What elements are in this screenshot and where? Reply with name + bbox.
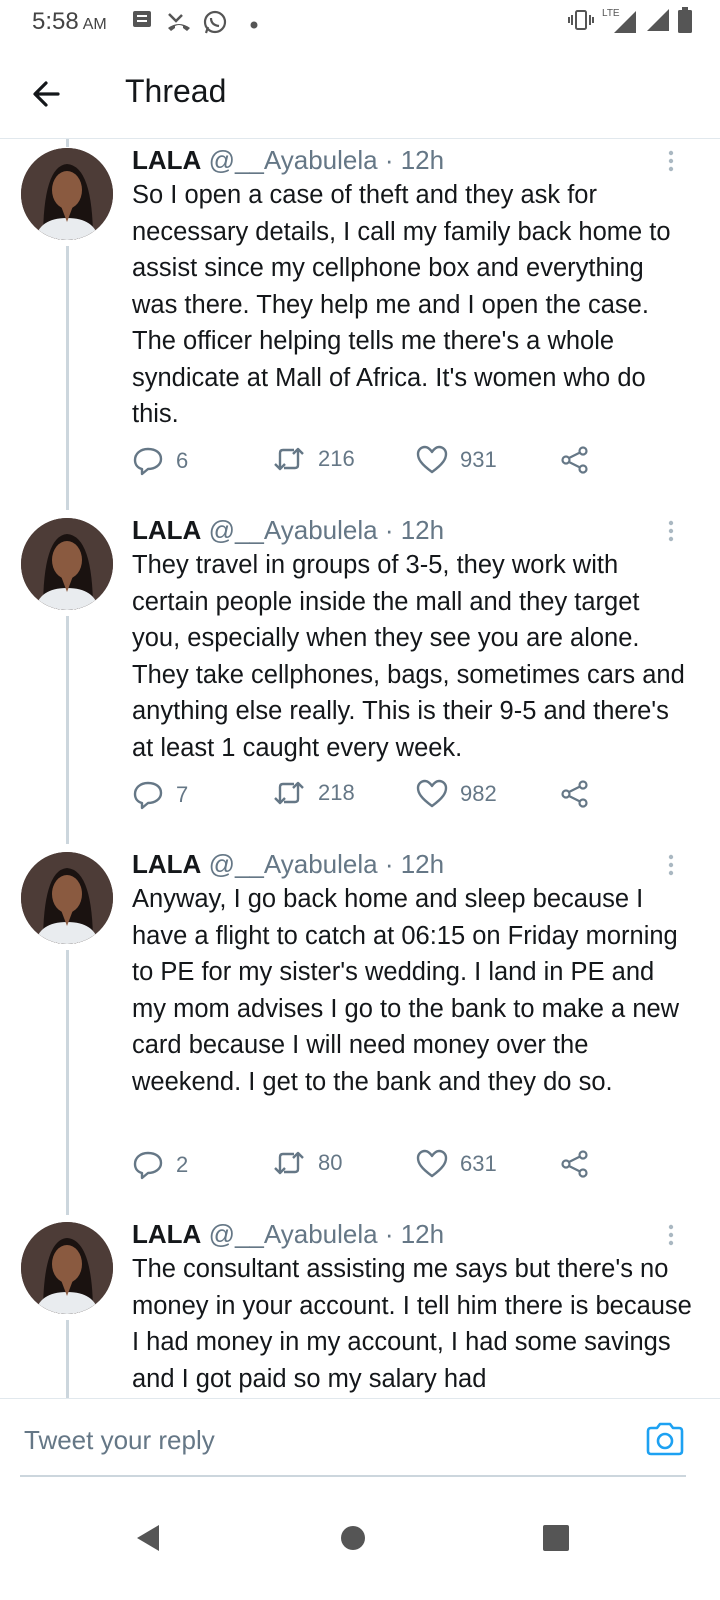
tweet-actions: 6 216 931 [132,445,602,481]
like-count: 931 [460,447,497,472]
vertical-dots-icon [668,854,674,876]
share-icon [561,1150,588,1178]
reply-input-underline [20,1475,686,1477]
avatar[interactable] [21,148,113,240]
heart-icon [416,1149,448,1178]
reply-count: 7 [176,782,189,807]
status-right-icons: LTE [568,6,692,38]
speech-bubble-icon [133,447,163,476]
page-title: Thread [125,73,227,109]
nav-recents-button[interactable] [528,1510,584,1566]
vertical-dots-icon [668,520,674,542]
author-name[interactable]: LALA [132,1219,201,1249]
like-count: 631 [460,1151,497,1176]
status-time-value: 5:58 [32,8,79,35]
arrow-left-icon [33,81,60,107]
share-button[interactable] [560,445,590,475]
lte-label: LTE [602,8,620,19]
retweet-button[interactable]: 218 [272,779,355,807]
retweet-button[interactable]: 216 [272,445,355,473]
author-handle-time: @__Ayabulela · 12h [208,1219,445,1249]
vertical-dots-icon [668,1224,674,1246]
heart-icon [416,445,448,474]
author-name[interactable]: LALA [132,145,201,175]
system-nav-bar [0,1480,720,1600]
lte-signal-icon: LTE [602,8,638,34]
nav-home-button[interactable] [325,1510,381,1566]
heart-icon [416,779,448,808]
reply-bar [0,1398,720,1479]
vibrate-icon [568,8,594,37]
tweet[interactable]: LALA @__Ayabulela · 12h So I open a case… [0,139,720,509]
more-options-button[interactable] [664,517,678,549]
tweet[interactable]: LALA @__Ayabulela · 12h The consultant a… [0,1213,720,1398]
author-handle-time: @__Ayabulela · 12h [208,145,445,175]
like-button[interactable]: 631 [416,1149,497,1179]
tweet-text: Anyway, I go back home and sleep because… [132,885,680,1096]
back-button[interactable] [28,74,68,114]
speech-bubble-icon [133,781,163,810]
tweet-reply-input[interactable] [22,1417,626,1463]
reply-button[interactable]: 6 [132,445,188,477]
missed-call-icon [166,10,192,39]
like-count: 982 [460,781,497,806]
more-options-button[interactable] [664,147,678,179]
reply-count: 6 [176,448,189,473]
signal-icon [646,8,670,37]
reply-button[interactable]: 7 [132,779,188,811]
more-notifications-dot-icon [250,16,258,34]
share-button[interactable] [560,1149,590,1179]
share-button[interactable] [560,779,590,809]
app-header: Thread [0,46,720,139]
message-notification-icon [132,10,152,37]
camera-button[interactable] [645,1421,685,1457]
share-icon [561,446,588,474]
tweet-text: They travel in groups of 3-5, they work … [132,551,685,762]
author-handle-time: @__Ayabulela · 12h [208,515,445,545]
tweet-thread[interactable]: LALA @__Ayabulela · 12h So I open a case… [0,139,720,1398]
tweet-header: LALA @__Ayabulela · 12h [132,145,444,176]
circle-home-icon [341,1526,365,1550]
avatar[interactable] [21,852,113,944]
author-name[interactable]: LALA [132,849,201,879]
whatsapp-icon [202,10,228,41]
tweet-text: The consultant assisting me says but the… [132,1255,692,1393]
retweet-count: 216 [318,446,355,471]
tweet-actions: 7 218 982 [132,779,602,815]
retweet-icon [274,447,304,471]
tweet[interactable]: LALA @__Ayabulela · 12h They travel in g… [0,509,720,843]
vertical-dots-icon [668,150,674,172]
speech-bubble-icon [133,1151,163,1180]
retweet-icon [274,781,304,805]
triangle-back-icon [137,1525,159,1551]
avatar[interactable] [21,1222,113,1314]
status-bar: 5:58 AM LTE [0,0,720,46]
retweet-count: 218 [318,780,355,805]
status-time: 5:58 AM [32,8,107,36]
square-recents-icon [543,1525,569,1551]
tweet-text: So I open a case of theft and they ask f… [132,181,671,428]
reply-count: 2 [176,1152,189,1177]
camera-icon [646,1422,684,1456]
like-button[interactable]: 982 [416,779,497,809]
retweet-count: 80 [318,1150,343,1175]
retweet-button[interactable]: 80 [272,1149,342,1177]
nav-back-button[interactable] [120,1510,176,1566]
author-name[interactable]: LALA [132,515,201,545]
tweet-header: LALA @__Ayabulela · 12h [132,515,444,546]
tweet-header: LALA @__Ayabulela · 12h [132,1219,444,1250]
more-options-button[interactable] [664,1221,678,1253]
share-icon [561,780,588,808]
battery-icon [678,6,692,38]
retweet-icon [274,1151,304,1175]
more-options-button[interactable] [664,851,678,883]
status-time-ampm: AM [82,16,107,33]
tweet[interactable]: LALA @__Ayabulela · 12h Anyway, I go bac… [0,843,720,1213]
avatar[interactable] [21,518,113,610]
like-button[interactable]: 931 [416,445,497,475]
reply-button[interactable]: 2 [132,1149,188,1181]
tweet-header: LALA @__Ayabulela · 12h [132,849,444,880]
tweet-actions: 2 80 631 [132,1149,602,1185]
author-handle-time: @__Ayabulela · 12h [208,849,445,879]
